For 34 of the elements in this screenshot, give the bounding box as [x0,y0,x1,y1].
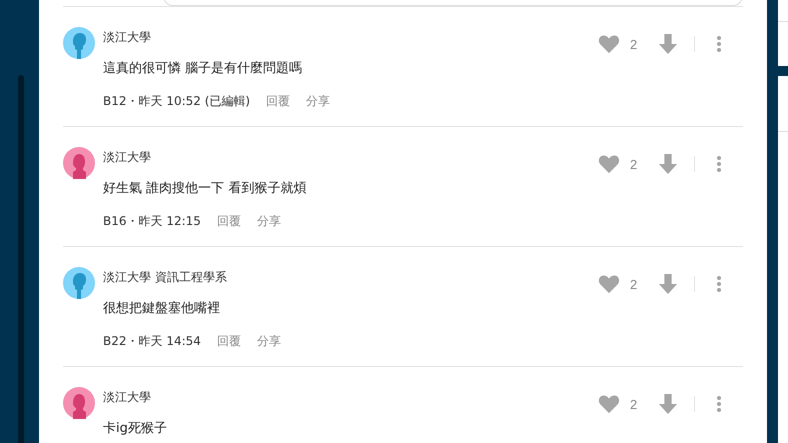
share-link[interactable]: 分享 [306,93,330,109]
author-name: 淡江大學 [103,149,151,165]
like-count: 2 [630,396,638,412]
like-count: 2 [630,276,638,292]
share-link[interactable]: 分享 [256,213,281,229]
heart-icon[interactable] [598,34,620,54]
comment-meta: B16・昨天 12:15 [103,213,201,229]
comment-text: 好生氣 誰肉搜他一下 看到猴子就煩 [103,180,306,198]
down-arrow-icon[interactable] [658,154,678,174]
heart-icon[interactable] [598,394,620,414]
heart-icon[interactable] [598,274,620,294]
like-count: 2 [630,156,638,172]
reply-link[interactable]: 回覆 [216,333,241,349]
down-arrow-icon[interactable] [658,274,678,294]
more-icon[interactable] [717,36,721,52]
like-count: 2 [630,36,638,52]
scrollbar[interactable] [18,75,24,443]
author-name: 淡江大學 [103,389,151,405]
more-icon[interactable] [717,276,721,292]
more-icon[interactable] [717,396,721,412]
author-name: 淡江大學 資訊工程學系 [103,269,227,285]
heart-icon[interactable] [598,154,620,174]
down-arrow-icon[interactable] [658,34,678,54]
reply-link[interactable]: 回覆 [266,93,290,109]
reply-link[interactable]: 回覆 [216,213,241,229]
down-arrow-icon[interactable] [658,394,678,414]
more-icon[interactable] [717,156,721,172]
author-name: 淡江大學 [103,29,151,45]
comment-meta: B12・昨天 10:52 (已編輯) [103,93,250,109]
comment-text: 很想把鍵盤塞他嘴裡 [103,300,220,318]
comment-text: 這真的很可憐 腦子是有什麼問題嗎 [103,60,302,78]
share-link[interactable]: 分享 [256,333,281,349]
comment-meta: B22・昨天 14:54 [103,333,201,349]
comment-text: 卡ig死猴子 [103,420,167,438]
